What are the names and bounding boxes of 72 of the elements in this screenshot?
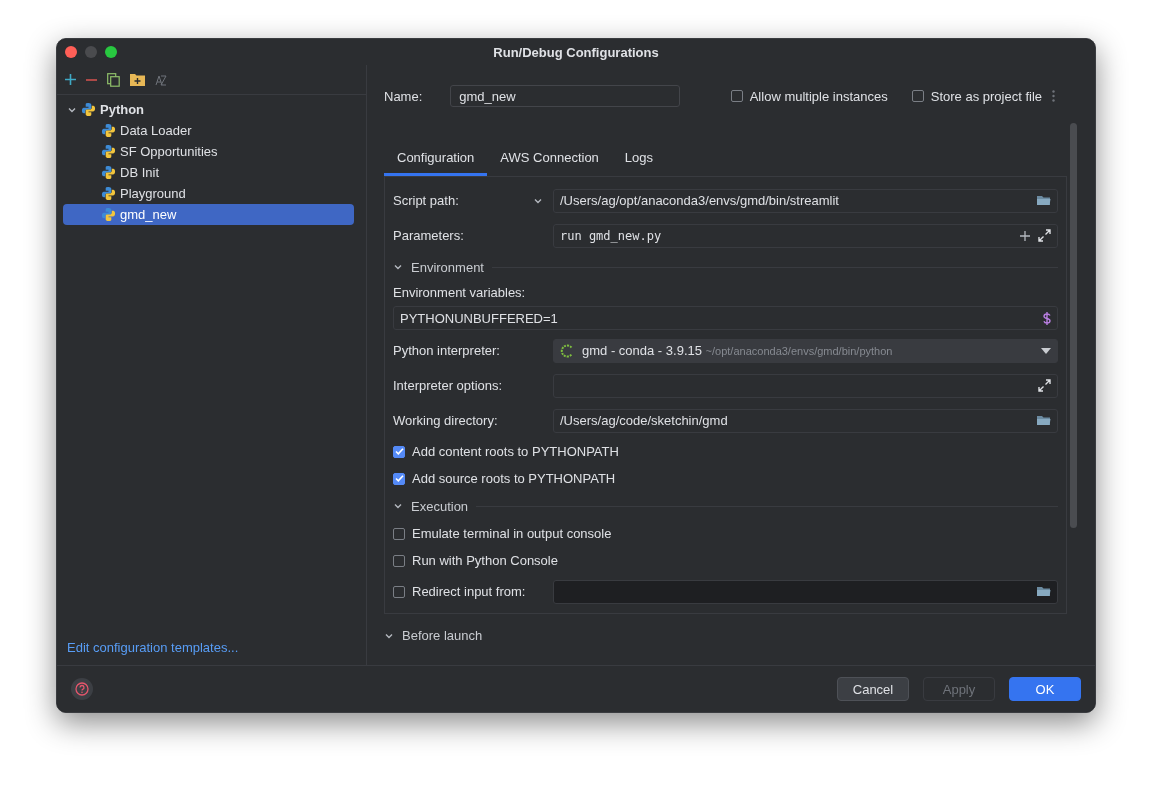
checkbox[interactable]: [911, 90, 924, 102]
folder-icon[interactable]: [1036, 194, 1051, 207]
section-title[interactable]: Before launch: [402, 628, 483, 643]
python-icon: [101, 144, 116, 159]
checkbox[interactable]: [393, 527, 405, 540]
python-icon: [101, 123, 116, 138]
conda-icon: [560, 343, 574, 358]
copy-icon[interactable]: [107, 72, 120, 87]
chevron-icon[interactable]: [393, 262, 403, 272]
tree-group[interactable]: Python: [63, 99, 354, 120]
name-label: Name:: [384, 88, 423, 104]
sort-icon[interactable]: [155, 73, 167, 86]
section-title[interactable]: Environment: [411, 259, 484, 275]
checkbox[interactable]: [393, 585, 405, 598]
scrollbar[interactable]: [1070, 123, 1077, 528]
parameters-field[interactable]: run gmd_new.py: [553, 223, 1058, 248]
tree-item[interactable]: DB Init: [63, 162, 354, 183]
checkbox-label[interactable]: Emulate terminal in output console: [412, 526, 612, 541]
field-label: Interpreter options:: [393, 378, 503, 393]
checkbox-label[interactable]: Add source roots to PYTHONPATH: [412, 471, 616, 486]
field-label: Parameters:: [393, 228, 464, 243]
checkbox-label[interactable]: Run with Python Console: [412, 553, 558, 568]
redirect-input-field[interactable]: [553, 579, 1058, 604]
add-icon[interactable]: [65, 74, 76, 85]
expand-icon[interactable]: [1038, 229, 1051, 242]
checkbox-label[interactable]: Store as project file: [930, 88, 1042, 104]
python-icon: [81, 102, 96, 117]
chevron-icon[interactable]: [393, 501, 403, 511]
tree-item[interactable]: gmd_new: [63, 204, 354, 225]
expand-icon[interactable]: [1038, 379, 1051, 392]
close-button[interactable]: [65, 46, 77, 58]
script-path-field[interactable]: /Users/ag/opt/anaconda3/envs/gmd/bin/streamlit: [553, 188, 1058, 213]
new-folder-icon[interactable]: [130, 73, 145, 86]
field-label: Environment variables:: [393, 284, 526, 300]
edit-templates-link[interactable]: Edit configuration templates...: [67, 640, 239, 655]
tree-item[interactable]: SF Opportunities: [63, 141, 354, 162]
remove-icon[interactable]: [86, 78, 97, 81]
add-icon[interactable]: [1020, 230, 1030, 241]
zoom-button[interactable]: [105, 46, 117, 58]
dialog-button[interactable]: OK: [1009, 677, 1081, 701]
python-icon: [101, 165, 116, 180]
environment-variables-field[interactable]: PYTHONUNBUFFERED=1: [393, 306, 1058, 330]
checkbox[interactable]: [393, 445, 405, 458]
working-directory-field[interactable]: /Users/ag/code/sketchin/gmd: [553, 408, 1058, 433]
checkbox[interactable]: [730, 90, 743, 102]
checkbox-label[interactable]: Allow multiple instances: [749, 88, 888, 104]
python-icon: [101, 207, 116, 222]
checkbox-label[interactable]: Redirect input from:: [412, 584, 526, 599]
checkbox[interactable]: [393, 554, 405, 567]
help-icon[interactable]: [71, 678, 93, 700]
python-icon: [101, 186, 116, 201]
field-label: Working directory:: [393, 413, 498, 428]
field-label: Script path:: [393, 193, 459, 208]
folder-icon[interactable]: [1036, 585, 1051, 598]
checkbox[interactable]: [393, 472, 405, 485]
more-icon[interactable]: [1052, 90, 1055, 102]
folder-icon[interactable]: [1036, 414, 1051, 427]
tree-item[interactable]: Data Loader: [63, 120, 354, 141]
tab[interactable]: AWS Connection: [487, 143, 612, 176]
dollar-icon[interactable]: [1043, 311, 1051, 325]
tree-item[interactable]: Playground: [63, 183, 354, 204]
tab[interactable]: Logs: [611, 143, 667, 176]
window-title: Run/Debug Configurations: [493, 44, 659, 60]
tab[interactable]: Configuration: [384, 143, 488, 176]
section-title[interactable]: Execution: [411, 498, 469, 514]
dialog-button[interactable]: Cancel: [837, 677, 909, 701]
name-field[interactable]: gmd_new: [450, 85, 681, 107]
interpreter-dropdown[interactable]: gmd - conda - 3.9.15 ~/opt/anaconda3/envs/gmd/bin/python: [553, 338, 1058, 363]
dropdown-arrow-icon[interactable]: [1041, 347, 1051, 354]
field-label: Python interpreter:: [393, 343, 500, 358]
interpreter-options-field[interactable]: [553, 373, 1058, 398]
checkbox-label[interactable]: Add content roots to PYTHONPATH: [412, 444, 619, 459]
